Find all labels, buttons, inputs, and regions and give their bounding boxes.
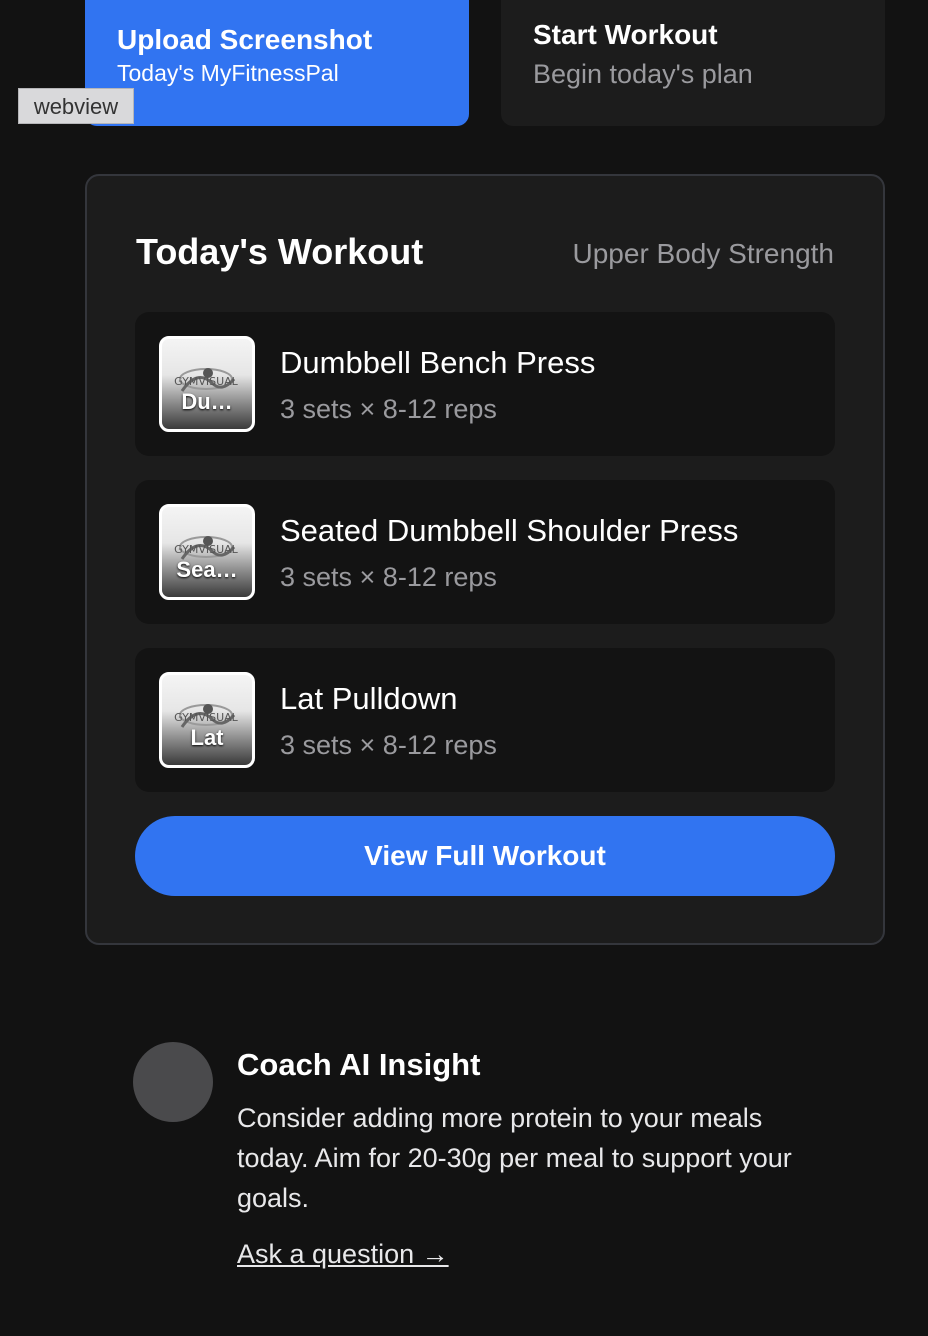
exercise-name: Dumbbell Bench Press xyxy=(280,345,596,380)
upload-screenshot-subtitle: Today's MyFitnessPal xyxy=(117,60,339,86)
app-page: Upload Screenshot Today's MyFitnessPal S… xyxy=(0,0,928,1336)
workout-subtitle: Upper Body Strength xyxy=(572,238,835,269)
ask-question-link[interactable]: Ask a question → xyxy=(237,1234,449,1274)
upload-screenshot-card[interactable]: Upload Screenshot Today's MyFitnessPal xyxy=(85,0,469,126)
exercise-thumbnail: GYMVISUAL Du… xyxy=(159,336,255,432)
gymvisual-logo-icon: GYMVISUAL xyxy=(174,536,239,560)
svg-text:GYMVISUAL: GYMVISUAL xyxy=(174,375,239,388)
gymvisual-logo-icon: GYMVISUAL xyxy=(174,704,239,728)
todays-workout-card: Today's Workout Upper Body Strength GYMV… xyxy=(85,174,885,945)
coach-insight-title: Coach AI Insight xyxy=(237,1047,481,1082)
svg-text:GYMVISUAL: GYMVISUAL xyxy=(174,543,239,556)
exercise-thumbnail-label: Lat xyxy=(190,725,224,750)
start-workout-subtitle: Begin today's plan xyxy=(533,59,753,89)
coach-insight-message: Consider adding more protein to your mea… xyxy=(237,1103,792,1213)
exercise-thumbnail-label: Du… xyxy=(181,389,233,414)
exercise-name: Lat Pulldown xyxy=(280,681,458,716)
exercise-thumbnail: GYMVISUAL Sea… xyxy=(159,504,255,600)
gymvisual-logo-icon: GYMVISUAL xyxy=(174,368,239,392)
coach-avatar xyxy=(133,1042,213,1122)
view-full-workout-button[interactable]: View Full Workout xyxy=(135,816,835,896)
exercise-item[interactable]: GYMVISUAL Du… Dumbbell Bench Press 3 set… xyxy=(135,312,835,456)
exercise-sets-reps: 3 sets × 8-12 reps xyxy=(280,730,497,760)
exercise-thumbnail-label: Sea… xyxy=(176,557,238,582)
upload-screenshot-title: Upload Screenshot xyxy=(117,24,373,55)
workout-title: Today's Workout xyxy=(136,231,424,272)
start-workout-title: Start Workout xyxy=(533,19,718,50)
svg-text:GYMVISUAL: GYMVISUAL xyxy=(174,711,239,724)
exercise-name: Seated Dumbbell Shoulder Press xyxy=(280,513,739,548)
webview-debug-label: webview xyxy=(18,88,134,124)
start-workout-card[interactable]: Start Workout Begin today's plan xyxy=(501,0,885,126)
exercise-item[interactable]: GYMVISUAL Sea… Seated Dumbbell Shoulder … xyxy=(135,480,835,624)
exercise-thumbnail: GYMVISUAL Lat xyxy=(159,672,255,768)
exercise-item[interactable]: GYMVISUAL Lat Lat Pulldown 3 sets × 8-12… xyxy=(135,648,835,792)
exercise-sets-reps: 3 sets × 8-12 reps xyxy=(280,562,497,592)
exercise-sets-reps: 3 sets × 8-12 reps xyxy=(280,394,497,424)
